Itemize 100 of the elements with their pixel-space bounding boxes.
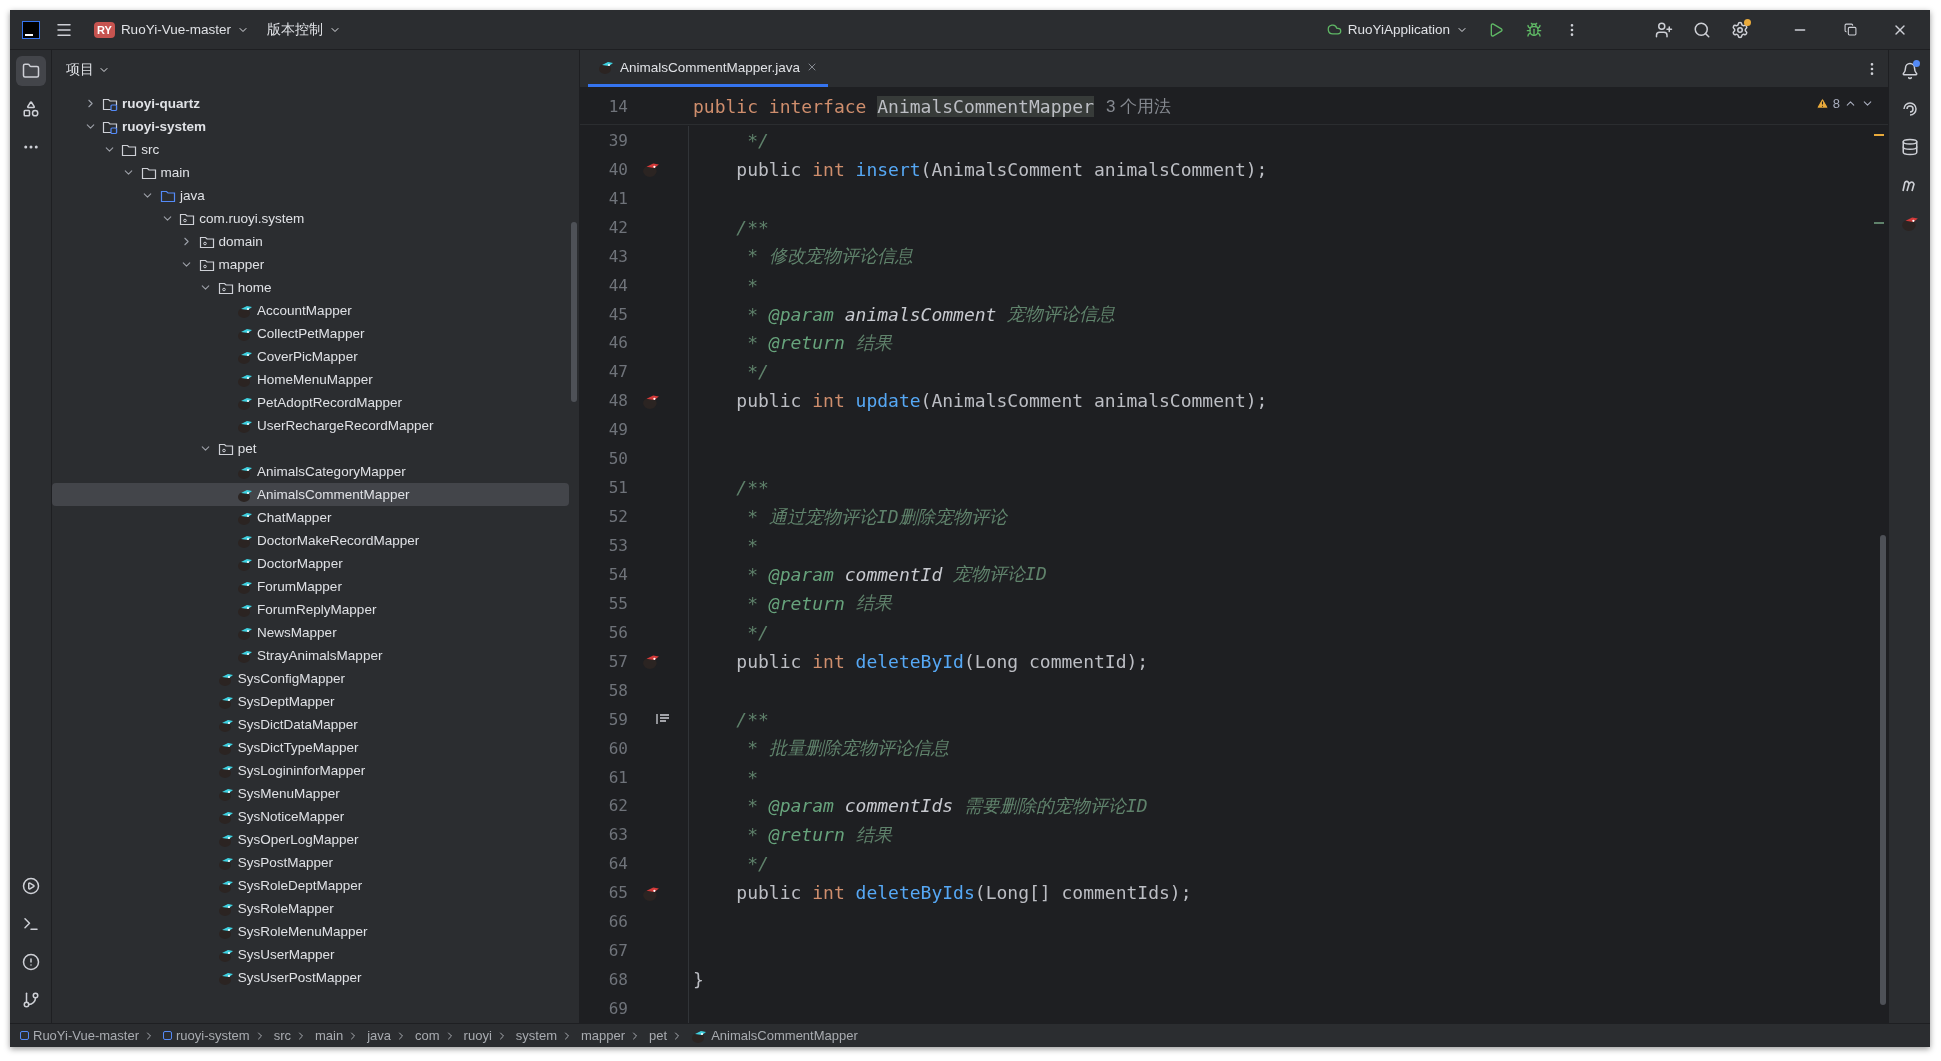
tree-item[interactable]: pet	[52, 437, 569, 460]
tree-item[interactable]: UserRechargeRecordMapper	[52, 414, 569, 437]
line-number: 59	[607, 709, 628, 729]
line-number: 49	[607, 420, 628, 440]
tree-item[interactable]: mapper	[52, 253, 569, 276]
tree-item[interactable]: PetAdoptRecordMapper	[52, 391, 569, 414]
line-number: 54	[607, 564, 628, 584]
tree-item[interactable]: home	[52, 276, 569, 299]
project-switcher[interactable]: RY RuoYi-Vue-master	[88, 17, 255, 42]
code-line: public int deleteById(Long commentId);	[688, 646, 1149, 676]
tree-item[interactable]: SysPostMapper	[52, 851, 569, 874]
tree-item[interactable]: ForumMapper	[52, 575, 569, 598]
line-number: 43	[607, 246, 628, 266]
tree-item[interactable]: SysOperLogMapper	[52, 828, 569, 851]
tree-item[interactable]: SysDeptMapper	[52, 690, 569, 713]
tree-item[interactable]: ruoyi-quartz	[52, 92, 569, 115]
code-line: public int deleteByIds(Long[] commentIds);	[688, 878, 1192, 908]
tree-item[interactable]: SysUserMapper	[52, 943, 569, 966]
run-configuration[interactable]: RuoYiApplication	[1320, 18, 1474, 41]
line-number: 63	[607, 825, 628, 845]
breadcrumb[interactable]: system	[515, 1028, 573, 1043]
line-number: 66	[607, 912, 628, 932]
tree-item[interactable]: HomeMenuMapper	[52, 368, 569, 391]
code-line: * 修改宠物评论信息	[688, 241, 913, 271]
tree-item[interactable]: ChatMapper	[52, 506, 569, 529]
tree-item[interactable]: SysUserPostMapper	[52, 966, 569, 989]
tree-item[interactable]: CollectPetMapper	[52, 322, 569, 345]
tree-item[interactable]: domain	[52, 230, 569, 253]
code-line: * @param animalsComment 宠物评论信息	[688, 299, 1116, 329]
code-line: */	[688, 617, 769, 647]
breadcrumb[interactable]: com	[415, 1028, 456, 1043]
code-line: * @return 结果	[688, 588, 892, 618]
tree-item[interactable]: ruoyi-system	[52, 115, 569, 138]
tree-item[interactable]: DoctorMakeRecordMapper	[52, 529, 569, 552]
line-number: 50	[607, 449, 628, 469]
tree-item[interactable]: com.ruoyi.system	[52, 207, 569, 230]
change-marker[interactable]	[1874, 222, 1884, 224]
line-number: 51	[607, 478, 628, 498]
line-number: 41	[607, 188, 628, 208]
doc-render-icon[interactable]	[656, 713, 670, 726]
tree-item[interactable]: AnimalsCategoryMapper	[52, 460, 569, 483]
line-number: 52	[607, 507, 628, 527]
tree-item[interactable]: DoctorMapper	[52, 552, 569, 575]
line-number: 44	[607, 275, 628, 295]
code-line: }	[688, 965, 704, 995]
tree-item[interactable]: SysDictTypeMapper	[52, 736, 569, 759]
code-line: public interface AnimalsCommentMapper	[692, 95, 1094, 117]
breadcrumb[interactable]: main	[315, 1028, 360, 1043]
breadcrumb[interactable]: pet	[649, 1028, 684, 1043]
bird-file-icon	[598, 59, 614, 76]
scrollbar[interactable]	[571, 222, 577, 402]
tree-item[interactable]: SysNoticeMapper	[52, 805, 569, 828]
breadcrumb[interactable]: AnimalsCommentMapper	[691, 1027, 858, 1044]
breadcrumb[interactable]: RuoYi-Vue-master	[20, 1028, 155, 1043]
app-logo-icon[interactable]	[22, 20, 40, 39]
scrollbar[interactable]	[1880, 535, 1886, 1005]
tree-item[interactable]: SysRoleMapper	[52, 897, 569, 920]
code-line: /**	[688, 212, 769, 242]
line-number: 48	[607, 391, 628, 411]
line-number: 39	[607, 130, 628, 150]
warning-count[interactable]: 8	[1815, 96, 1874, 111]
code-line: *	[688, 270, 759, 300]
tree-item[interactable]: AnimalsCommentMapper	[52, 483, 569, 506]
tree-item[interactable]: SysMenuMapper	[52, 782, 569, 805]
tree-item[interactable]: main	[52, 161, 569, 184]
breadcrumb[interactable]: ruoyi	[463, 1028, 508, 1043]
vcs-menu[interactable]: 版本控制	[260, 16, 347, 43]
code-line: *	[688, 531, 759, 560]
breadcrumb[interactable]: ruoyi-system	[162, 1028, 266, 1043]
tree-item[interactable]: NewsMapper	[52, 621, 569, 644]
tree-item[interactable]: SysRoleMenuMapper	[52, 920, 569, 943]
line-number: 68	[607, 970, 628, 990]
breadcrumb[interactable]: src	[273, 1028, 307, 1043]
line-number: 45	[607, 304, 628, 324]
tree-item[interactable]: StrayAnimalsMapper	[52, 644, 569, 667]
tree-item[interactable]: src	[52, 138, 569, 161]
project-folder-icon[interactable]	[15, 56, 46, 86]
line-number: 67	[607, 941, 628, 961]
line-number: 64	[607, 854, 628, 874]
breadcrumb[interactable]: java	[367, 1028, 408, 1043]
bird-gutter-icon	[642, 652, 660, 671]
code-line: */	[688, 125, 769, 155]
tree-item[interactable]: SysLogininforMapper	[52, 759, 569, 782]
usages-hint[interactable]: 3 个用法	[1106, 94, 1172, 118]
tree-item[interactable]: CoverPicMapper	[52, 345, 569, 368]
panel-title[interactable]: 项目	[62, 57, 114, 83]
breadcrumb[interactable]: mapper	[580, 1028, 642, 1043]
editor-tab[interactable]: AnimalsCommentMapper.java	[588, 50, 829, 88]
tree-item[interactable]: AccountMapper	[52, 299, 569, 322]
warning-marker[interactable]	[1874, 134, 1884, 136]
tree-item[interactable]: SysDictDataMapper	[52, 713, 569, 736]
tree-item[interactable]: java	[52, 184, 569, 207]
line-number: 62	[607, 796, 628, 816]
tree-item[interactable]: SysRoleDeptMapper	[52, 874, 569, 897]
code-line: *	[688, 762, 759, 792]
line-number: 57	[607, 651, 628, 671]
line-number: 58	[607, 680, 628, 700]
tree-item[interactable]: SysConfigMapper	[52, 667, 569, 690]
line-number: 42	[607, 217, 628, 237]
tree-item[interactable]: ForumReplyMapper	[52, 598, 569, 621]
